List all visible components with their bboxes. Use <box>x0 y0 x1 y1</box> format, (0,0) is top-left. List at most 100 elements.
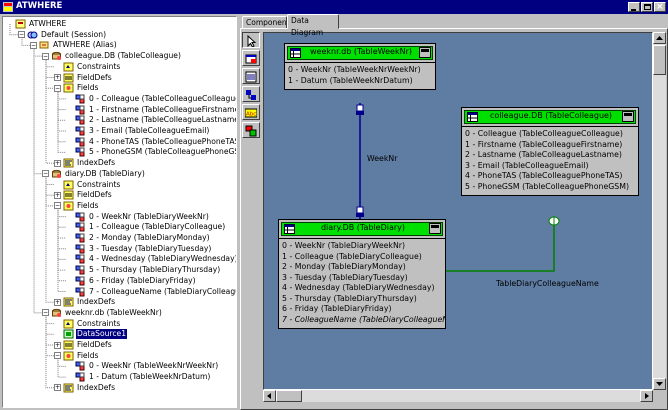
field-tool-button[interactable] <box>242 68 260 84</box>
entity-field[interactable]: 0 - WeekNr (TableWeekNrWeekNr) <box>285 65 435 76</box>
expand-toggle-icon[interactable]: + <box>54 159 61 167</box>
tree-node[interactable]: 7 - ColleagueName (TableDiaryColleagueNa… <box>66 287 236 297</box>
tree-node[interactable]: + IndexDefs <box>54 158 116 168</box>
maximize-button[interactable] <box>641 2 653 12</box>
horizontal-scrollbar[interactable] <box>263 390 653 402</box>
scroll-left-button[interactable] <box>263 390 276 402</box>
scroll-up-button[interactable] <box>653 32 666 44</box>
tree-node[interactable]: Constraints <box>54 62 121 72</box>
tree-node[interactable]: + FieldDefs <box>54 190 113 200</box>
tree-node[interactable]: 2 - Lastname (TableColleagueLastname) <box>66 115 236 125</box>
entity-maximize-button[interactable] <box>622 111 634 122</box>
tree-node[interactable]: − weeknr.db (TableWeekNr) <box>42 308 163 318</box>
tree-node[interactable]: 4 - PhoneTAS (TableColleaguePhoneTAS) <box>66 137 236 147</box>
collapse-toggle-icon[interactable]: − <box>42 170 49 178</box>
expand-toggle-icon[interactable]: + <box>54 341 61 349</box>
entity-field[interactable]: 1 - Datum (TableWeekNrDatum) <box>285 76 435 87</box>
entity-field[interactable]: 2 - Lastname (TableColleagueLastname) <box>462 150 638 161</box>
entity-field[interactable]: 3 - Email (TableColleagueEmail) <box>462 161 638 172</box>
tree-node[interactable]: + IndexDefs <box>54 383 116 393</box>
tree-node[interactable]: + IndexDefs <box>54 297 116 307</box>
expand-toggle-icon[interactable]: + <box>54 384 61 392</box>
diagram-canvas[interactable]: WeekNr TableDiaryColleagueName weeknr.db… <box>263 32 653 390</box>
vertical-scroll-thumb[interactable] <box>653 45 666 75</box>
tab-data-diagram[interactable]: Data Diagram <box>287 14 339 37</box>
pointer-tool-button[interactable] <box>242 32 260 48</box>
tree-node[interactable]: − Fields <box>54 201 99 211</box>
entity-field-list: 0 - Colleague (TableColleagueColleague) 1… <box>462 127 638 195</box>
collapse-toggle-icon[interactable]: − <box>42 52 49 60</box>
entity-field[interactable]: 0 - Colleague (TableColleagueColleague) <box>462 129 638 140</box>
entity-colleague[interactable]: colleague.DB (TableColleague) 0 - Colleag… <box>461 107 639 196</box>
link-tool-button[interactable] <box>242 86 260 102</box>
entity-field[interactable]: 2 - Monday (TableDiaryMonday) <box>279 262 445 273</box>
entity-field[interactable]: 7 - ColleagueName (TableDiaryColleagueNa… <box>279 315 445 326</box>
tree-node[interactable]: − colleague.DB (TableColleague) <box>42 51 182 61</box>
vertical-scrollbar[interactable] <box>653 32 666 390</box>
expand-toggle-icon[interactable]: + <box>54 298 61 306</box>
minimize-button[interactable] <box>628 2 640 12</box>
collapse-toggle-icon[interactable]: − <box>54 84 61 92</box>
fielddefs-icon <box>63 190 74 200</box>
tree-node[interactable]: 0 - WeekNr (TableDiaryWeekNr) <box>66 212 210 222</box>
tree-node[interactable]: − Fields <box>54 351 99 361</box>
entity-field[interactable]: 1 - Firstname (TableColleagueFirstname) <box>462 140 638 151</box>
abc-tool-button[interactable]: Abc <box>242 104 260 120</box>
object-tree[interactable]: ATWHERE − Default (Session) − ATWHERE (Alias… <box>2 16 237 408</box>
tree-node[interactable]: 0 - WeekNr (TableWeekNrWeekNr) <box>66 361 219 371</box>
tree-node[interactable]: Constraints <box>54 319 121 329</box>
tree-node[interactable]: 6 - Friday (TableDiaryFriday) <box>66 276 197 286</box>
scroll-right-button[interactable] <box>640 390 653 402</box>
collapse-toggle-icon[interactable]: − <box>18 31 25 39</box>
group-tool-button[interactable] <box>242 122 260 138</box>
collapse-toggle-icon[interactable]: − <box>54 352 61 360</box>
tree-node[interactable]: − Fields <box>54 83 99 93</box>
tree-node[interactable]: DataSource1 <box>54 329 128 340</box>
tree-node[interactable]: 5 - PhoneGSM (TableColleaguePhoneGSM) <box>66 147 236 157</box>
entity-field[interactable]: 4 - Wednesday (TableDiaryWednesday) <box>279 283 445 294</box>
entity-field[interactable]: 1 - Colleague (TableDiaryColleague) <box>279 252 445 263</box>
expand-toggle-icon[interactable]: + <box>54 191 61 199</box>
tree-node[interactable]: + FieldDefs <box>54 340 113 350</box>
tree-node[interactable]: 3 - Email (TableColleagueEmail) <box>66 126 210 136</box>
entity-header[interactable]: colleague.DB (TableColleague) <box>462 108 638 127</box>
tree-node[interactable]: Constraints <box>54 180 121 190</box>
entity-header[interactable]: diary.DB (TableDiary) <box>279 220 445 239</box>
horizontal-scroll-thumb[interactable] <box>276 390 302 402</box>
tree-node[interactable]: ATWHERE <box>6 19 67 29</box>
entity-header[interactable]: weeknr.db (TableWeekNr) <box>285 44 435 63</box>
entity-field[interactable]: 6 - Friday (TableDiaryFriday) <box>279 304 445 315</box>
entity-weeknr[interactable]: weeknr.db (TableWeekNr) 0 - WeekNr (Table… <box>284 43 436 90</box>
collapse-toggle-icon[interactable]: − <box>30 41 37 49</box>
entity-field[interactable]: 0 - WeekNr (TableDiaryWeekNr) <box>279 241 445 252</box>
tree-node[interactable]: 2 - Monday (TableDiaryMonday) <box>66 233 211 243</box>
tree-node[interactable]: 1 - Colleague (TableDiaryColleague) <box>66 222 226 232</box>
tree-node[interactable]: − ATWHERE (Alias) <box>30 40 118 50</box>
tree-node[interactable]: 1 - Firstname (TableColleagueFirstname) <box>66 105 236 115</box>
tree-node[interactable]: 0 - Colleague (TableColleagueColleague) <box>66 94 236 104</box>
tree-node[interactable]: + FieldDefs <box>54 73 113 83</box>
table-tool-button[interactable] <box>242 50 260 66</box>
entity-maximize-button[interactable] <box>419 47 431 58</box>
field-icon <box>75 372 85 382</box>
collapse-toggle-icon[interactable]: − <box>54 202 61 210</box>
tree-node[interactable]: 1 - Datum (TableWeekNrDatum) <box>66 372 211 382</box>
scroll-down-button[interactable] <box>653 378 666 390</box>
entity-field[interactable]: 5 - PhoneGSM (TableColleaguePhoneGSM) <box>462 182 638 193</box>
tree-node[interactable]: 3 - Tuesday (TableDiaryTuesday) <box>66 244 212 254</box>
tree-node[interactable]: − Default (Session) <box>18 30 107 40</box>
entity-field[interactable]: 4 - PhoneTAS (TableColleaguePhoneTAS) <box>462 171 638 182</box>
tree-node[interactable]: 4 - Wednesday (TableDiaryWednesday) <box>66 254 236 264</box>
tree-node-label: FieldDefs <box>77 72 112 82</box>
tree-node[interactable]: 5 - Thursday (TableDiaryThursday) <box>66 265 221 275</box>
entity-maximize-button[interactable] <box>429 223 441 234</box>
close-button[interactable]: × <box>654 2 666 12</box>
tree-node[interactable]: − diary.DB (TableDiary) <box>42 169 146 179</box>
expand-toggle-icon[interactable]: + <box>54 74 61 81</box>
title-bar[interactable]: ATWHERE × <box>0 0 668 14</box>
entity-field[interactable]: 5 - Thursday (TableDiaryThursday) <box>279 294 445 305</box>
relation-line-colleague[interactable] <box>446 225 555 272</box>
collapse-toggle-icon[interactable]: − <box>42 309 49 317</box>
entity-field[interactable]: 3 - Tuesday (TableDiaryTuesday) <box>279 273 445 284</box>
entity-diary[interactable]: diary.DB (TableDiary) 0 - WeekNr (TableDi… <box>278 219 446 329</box>
